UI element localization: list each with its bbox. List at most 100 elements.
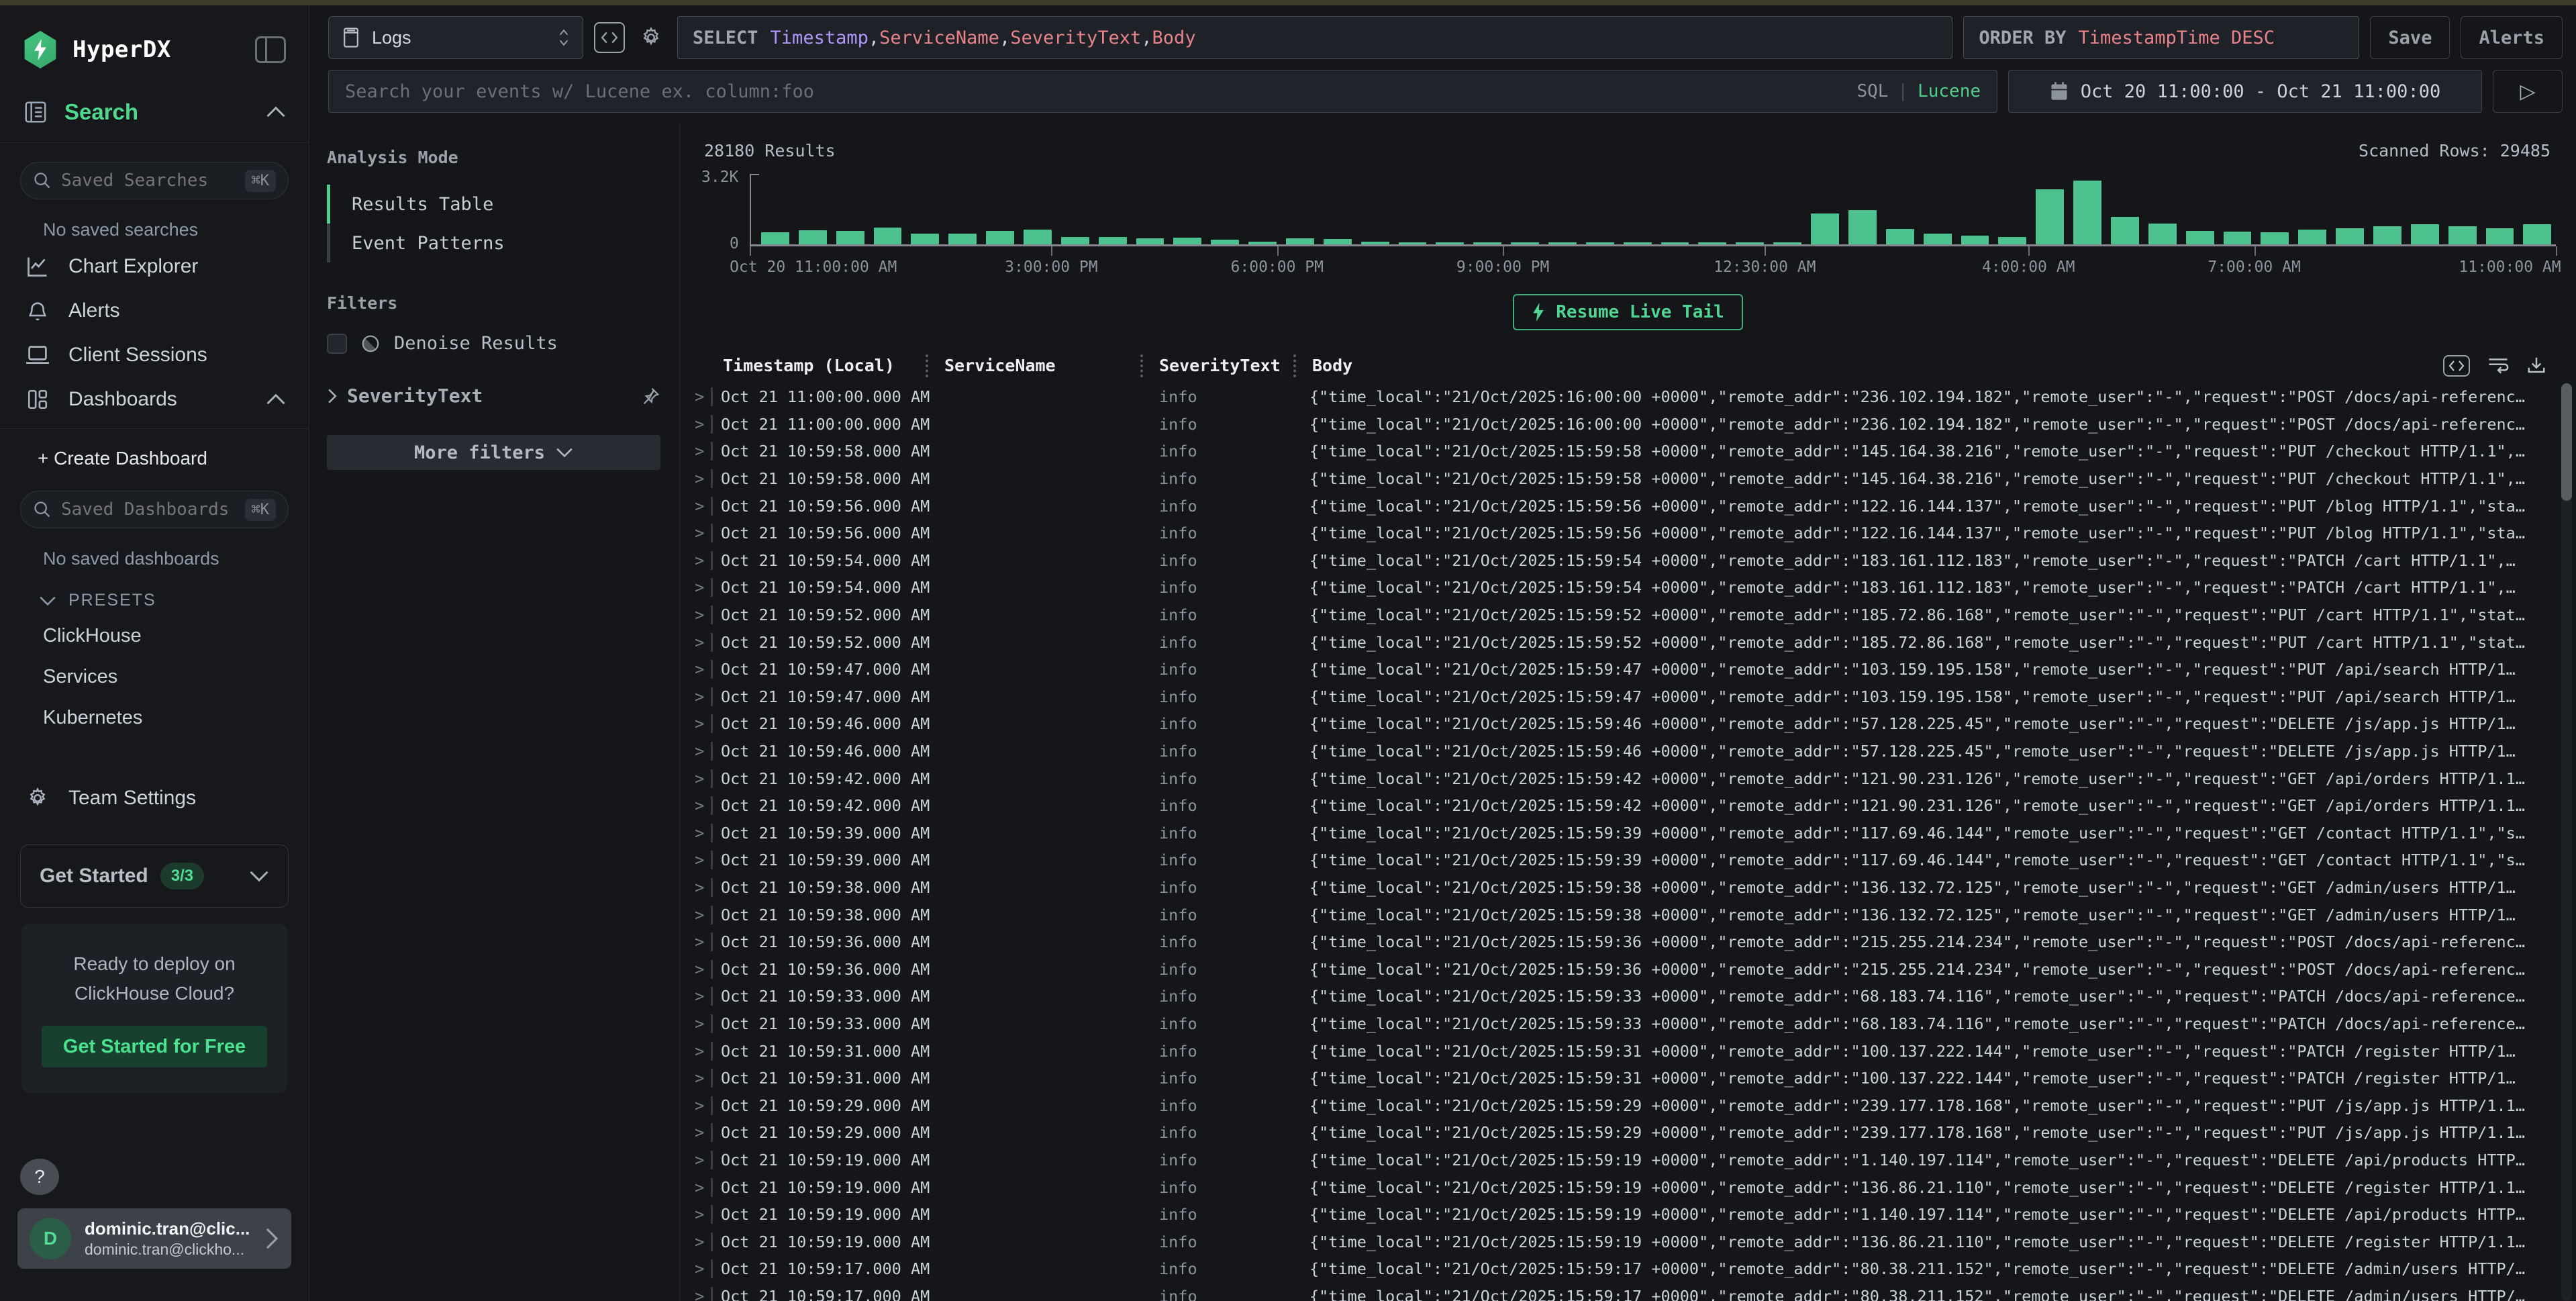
histogram-bar[interactable] [1548,242,1577,244]
get-started-free-button[interactable]: Get Started for Free [42,1026,267,1067]
histogram-bar[interactable] [1698,242,1726,244]
table-row[interactable]: > Oct 21 10:59:47.000 AM info {"time_loc… [689,656,2576,683]
histogram-bar[interactable] [2486,228,2514,244]
histogram-bar[interactable] [1473,242,1501,244]
histogram-bar[interactable] [1511,242,1539,244]
histogram-bar[interactable] [1811,213,1839,244]
histogram-bar[interactable] [2298,230,2326,244]
histogram-bar[interactable] [1624,242,1652,244]
event-search-box[interactable]: SQL | Lucene [328,70,1997,113]
sql-toggle[interactable]: SQL [1856,81,1888,101]
histogram-bar[interactable] [1586,242,1614,244]
resume-live-tail-button[interactable]: Resume Live Tail [1513,294,1742,330]
histogram-bar[interactable] [2411,224,2439,244]
table-row[interactable]: > Oct 21 10:59:19.000 AM info {"time_loc… [689,1201,2576,1228]
histogram-bar[interactable] [1361,242,1389,244]
histogram-bar[interactable] [2186,231,2214,244]
table-row[interactable]: > Oct 21 10:59:42.000 AM info {"time_loc… [689,792,2576,820]
histogram-bar[interactable] [1886,229,1914,244]
table-row[interactable]: > Oct 21 10:59:33.000 AM info {"time_loc… [689,1010,2576,1038]
histogram-bar[interactable] [1961,236,1989,244]
table-row[interactable]: > Oct 21 10:59:38.000 AM info {"time_loc… [689,874,2576,902]
create-dashboard-button[interactable]: + Create Dashboard [0,429,309,472]
date-range-picker[interactable]: Oct 20 11:00:00 - Oct 21 11:00:00 [2008,70,2482,113]
histogram-bar[interactable] [1061,237,1089,244]
query-settings-gear-icon[interactable] [636,22,666,53]
sidebar-item-client-sessions[interactable]: Client Sessions [0,333,309,377]
mode-results-table[interactable]: Results Table [327,185,660,224]
code-view-icon[interactable] [2443,355,2470,377]
table-row[interactable]: > Oct 21 10:59:29.000 AM info {"time_loc… [689,1092,2576,1119]
event-search-input[interactable] [345,81,1856,102]
saved-dashboards-input[interactable] [61,499,245,520]
table-row[interactable]: > Oct 21 10:59:38.000 AM info {"time_loc… [689,901,2576,928]
table-row[interactable]: > Oct 21 10:59:36.000 AM info {"time_loc… [689,928,2576,956]
sidebar-item-search[interactable]: Search [0,82,309,143]
table-row[interactable]: > Oct 21 10:59:52.000 AM info {"time_loc… [689,628,2576,656]
col-timestamp[interactable]: Timestamp (Local) [720,356,942,375]
saved-dashboards-search[interactable]: ⌘K [20,491,289,528]
histogram-bar[interactable] [799,230,827,244]
table-row[interactable]: > Oct 21 10:59:46.000 AM info {"time_loc… [689,710,2576,738]
histogram-bar[interactable] [1099,237,1127,244]
save-button[interactable]: Save [2370,16,2450,59]
histogram-bar[interactable] [986,231,1014,244]
table-row[interactable]: > Oct 21 10:59:19.000 AM info {"time_loc… [689,1228,2576,1255]
histogram-bar[interactable] [2261,232,2289,244]
table-row[interactable]: > Oct 21 11:00:00.000 AM info {"time_loc… [689,383,2576,411]
table-row[interactable]: > Oct 21 10:59:19.000 AM info {"time_loc… [689,1147,2576,1174]
table-row[interactable]: > Oct 21 10:59:47.000 AM info {"time_loc… [689,683,2576,711]
sidebar-item-alerts[interactable]: Alerts [0,289,309,333]
histogram-bar[interactable] [2523,224,2551,244]
histogram-bar[interactable] [2073,181,2101,244]
col-severitytext[interactable]: SeverityText [1156,356,1309,375]
source-select[interactable]: Logs [328,16,583,59]
histogram-bar[interactable] [761,232,789,244]
more-filters-button[interactable]: More filters [327,435,660,470]
histogram-bar[interactable] [1773,242,1801,244]
user-account-chip[interactable]: D dominic.tran@clic... dominic.tran@clic… [17,1208,291,1269]
histogram-bar[interactable] [1324,239,1352,244]
table-row[interactable]: > Oct 21 10:59:36.000 AM info {"time_loc… [689,955,2576,983]
histogram-bar[interactable] [1211,240,1239,244]
table-row[interactable]: > Oct 21 10:59:31.000 AM info {"time_loc… [689,1065,2576,1092]
histogram-bar[interactable] [2373,226,2401,244]
histogram-bar[interactable] [1998,237,2026,244]
histogram-bar[interactable] [1286,238,1314,244]
histogram-bar[interactable] [2148,224,2177,244]
alerts-button[interactable]: Alerts [2461,16,2563,59]
table-row[interactable]: > Oct 21 10:59:56.000 AM info {"time_loc… [689,492,2576,520]
table-row[interactable]: > Oct 21 10:59:58.000 AM info {"time_loc… [689,438,2576,465]
table-row[interactable]: > Oct 21 10:59:58.000 AM info {"time_loc… [689,465,2576,493]
histogram-bar[interactable] [2224,232,2252,244]
query-language-toggle[interactable]: SQL | Lucene [1856,81,1981,101]
table-row[interactable]: > Oct 21 10:59:29.000 AM info {"time_loc… [689,1119,2576,1147]
denoise-checkbox[interactable] [327,334,347,354]
table-row[interactable]: > Oct 21 10:59:54.000 AM info {"time_loc… [689,574,2576,601]
sidebar-item-team-settings[interactable]: Team Settings [0,776,309,820]
histogram-bar[interactable] [1136,238,1165,244]
wrap-lines-icon[interactable] [2487,355,2509,377]
select-clause-input[interactable]: SELECT Timestamp,ServiceName,SeverityTex… [677,16,1952,59]
histogram-bar[interactable] [1436,242,1464,244]
lucene-toggle[interactable]: Lucene [1918,81,1981,101]
histogram-bar[interactable] [911,234,939,244]
sidebar-item-dashboards[interactable]: Dashboards [0,377,309,422]
table-row[interactable]: > Oct 21 10:59:19.000 AM info {"time_loc… [689,1173,2576,1201]
table-row[interactable]: > Oct 21 10:59:17.000 AM info {"time_loc… [689,1283,2576,1301]
orderby-clause-input[interactable]: ORDER BY TimestampTime DESC [1963,16,2359,59]
table-row[interactable]: > Oct 21 10:59:39.000 AM info {"time_loc… [689,847,2576,874]
histogram-bar[interactable] [874,228,902,244]
saved-searches-input[interactable] [61,171,245,191]
saved-searches-search[interactable]: ⌘K [20,162,289,199]
table-row[interactable]: > Oct 21 10:59:31.000 AM info {"time_loc… [689,1037,2576,1065]
pin-icon[interactable] [640,386,660,406]
table-row[interactable]: > Oct 21 10:59:39.000 AM info {"time_loc… [689,820,2576,847]
histogram-bar[interactable] [1848,210,1877,244]
histogram-bar[interactable] [948,234,977,244]
severity-facet[interactable]: SeverityText [327,385,660,407]
table-row[interactable]: > Oct 21 10:59:54.000 AM info {"time_loc… [689,547,2576,575]
histogram-bar[interactable] [836,231,864,244]
histogram-bar[interactable] [1661,242,1689,244]
col-body[interactable]: Body [1309,356,2442,375]
